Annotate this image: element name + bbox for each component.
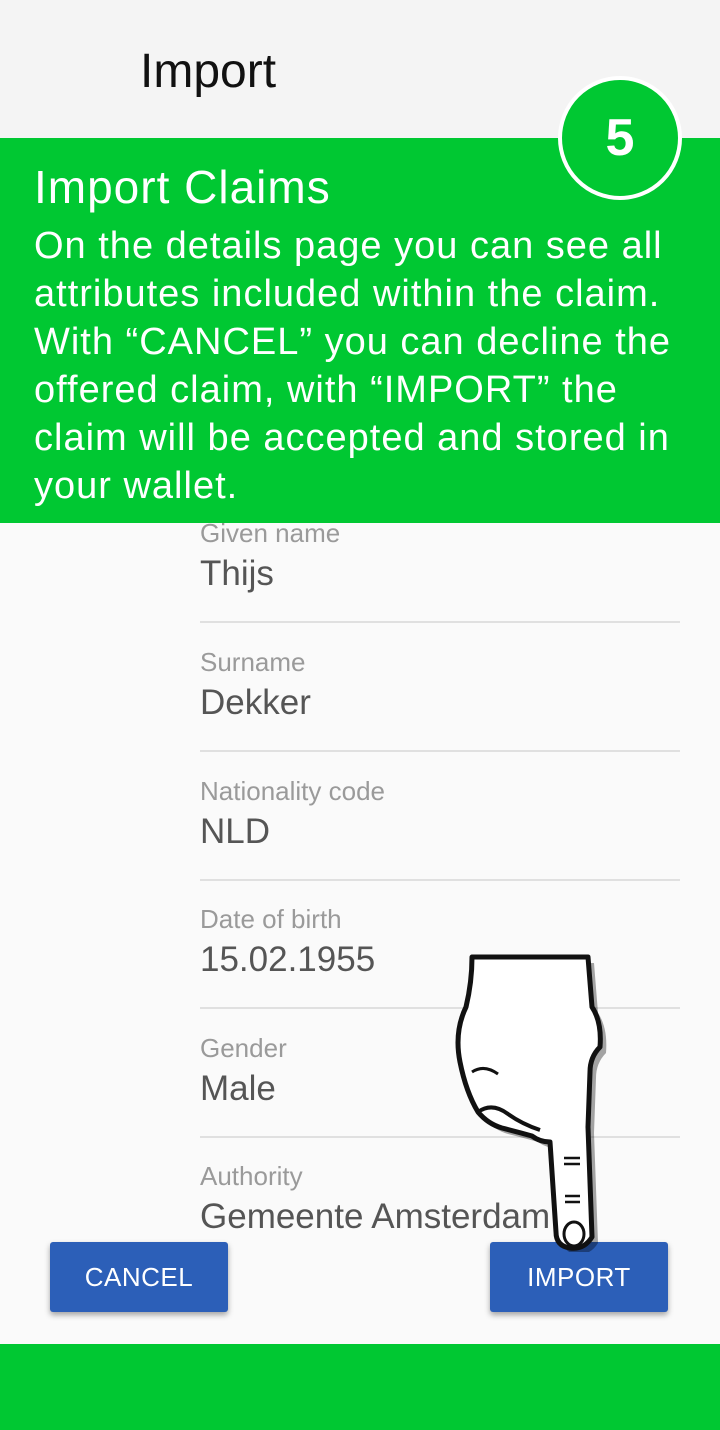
field-authority-clip: Authority Gemeente Amsterdam [0,1161,720,1231]
bottom-bar [0,1344,720,1430]
field-value: Dekker [200,683,311,722]
field-label: Gender [200,1033,287,1063]
field-label: Date of birth [200,904,342,934]
divider [200,879,680,881]
field-value: Thijs [200,554,274,593]
field-label: Authority [200,1161,303,1191]
field-label: Nationality code [200,776,385,806]
tutorial-body: On the details page you can see all attr… [34,225,672,507]
step-badge: 5 [558,76,682,200]
cancel-button[interactable]: CANCEL [50,1242,228,1312]
field-value: Male [200,1069,276,1108]
pointing-hand-icon [455,954,607,1252]
field-label: Surname [200,647,306,677]
screen: Import Given name Thijs Surname Dekker N… [0,0,720,1430]
divider [200,621,680,623]
page-title: Import [140,45,277,98]
field-value: 15.02.1955 [200,940,376,979]
divider [200,750,680,752]
field-value: NLD [200,812,271,851]
tutorial-title: Import Claims [34,161,331,213]
import-button[interactable]: IMPORT [490,1242,668,1312]
